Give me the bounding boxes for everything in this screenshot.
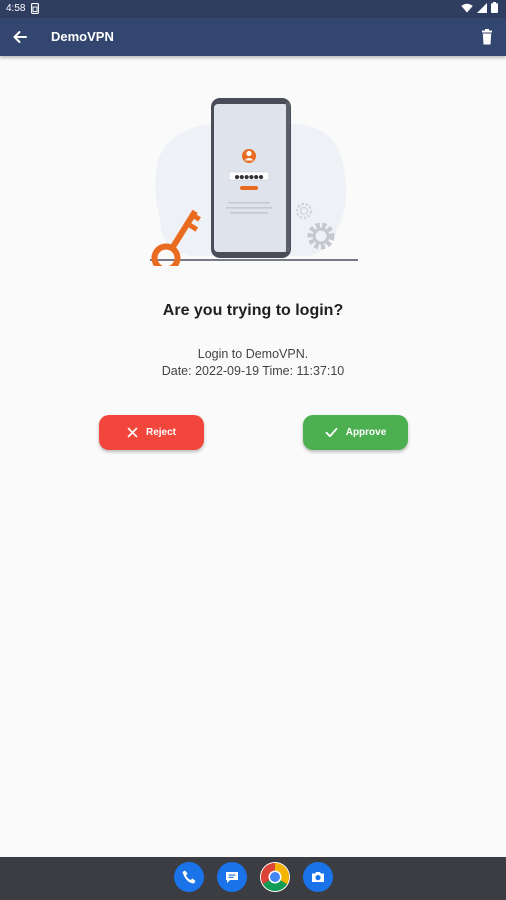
battery-icon <box>491 2 498 16</box>
status-bar: 4:58 <box>0 0 506 18</box>
reject-label: Reject <box>145 427 176 438</box>
approve-label: Approve <box>345 427 387 438</box>
app-title: DemoVPN <box>51 29 114 44</box>
sim-icon <box>31 3 39 17</box>
password-mask: ●●●●●● <box>235 175 264 181</box>
messages-icon[interactable] <box>216 862 247 892</box>
check-icon <box>325 427 338 438</box>
login-datetime-text: Date: 2022-09-19 Time: 11:37:10 <box>161 364 345 378</box>
approve-button[interactable]: Approve <box>303 415 408 450</box>
trash-icon[interactable] <box>478 28 496 46</box>
close-icon <box>127 427 138 438</box>
login-question: Are you trying to login? <box>162 302 344 319</box>
wifi-icon <box>461 3 473 16</box>
status-time: 4:58 <box>6 3 26 14</box>
chrome-icon[interactable] <box>259 862 290 892</box>
app-bar: DemoVPN <box>0 18 506 56</box>
app-dock <box>0 862 506 896</box>
camera-icon[interactable] <box>302 862 333 892</box>
reject-button[interactable]: Reject <box>99 415 204 450</box>
login-app-text: Login to DemoVPN. <box>197 347 309 361</box>
signal-icon <box>477 2 487 16</box>
arrow-back-icon[interactable] <box>10 27 30 47</box>
phone-icon[interactable] <box>173 862 204 892</box>
login-illustration: ●●●●●● <box>150 90 362 273</box>
